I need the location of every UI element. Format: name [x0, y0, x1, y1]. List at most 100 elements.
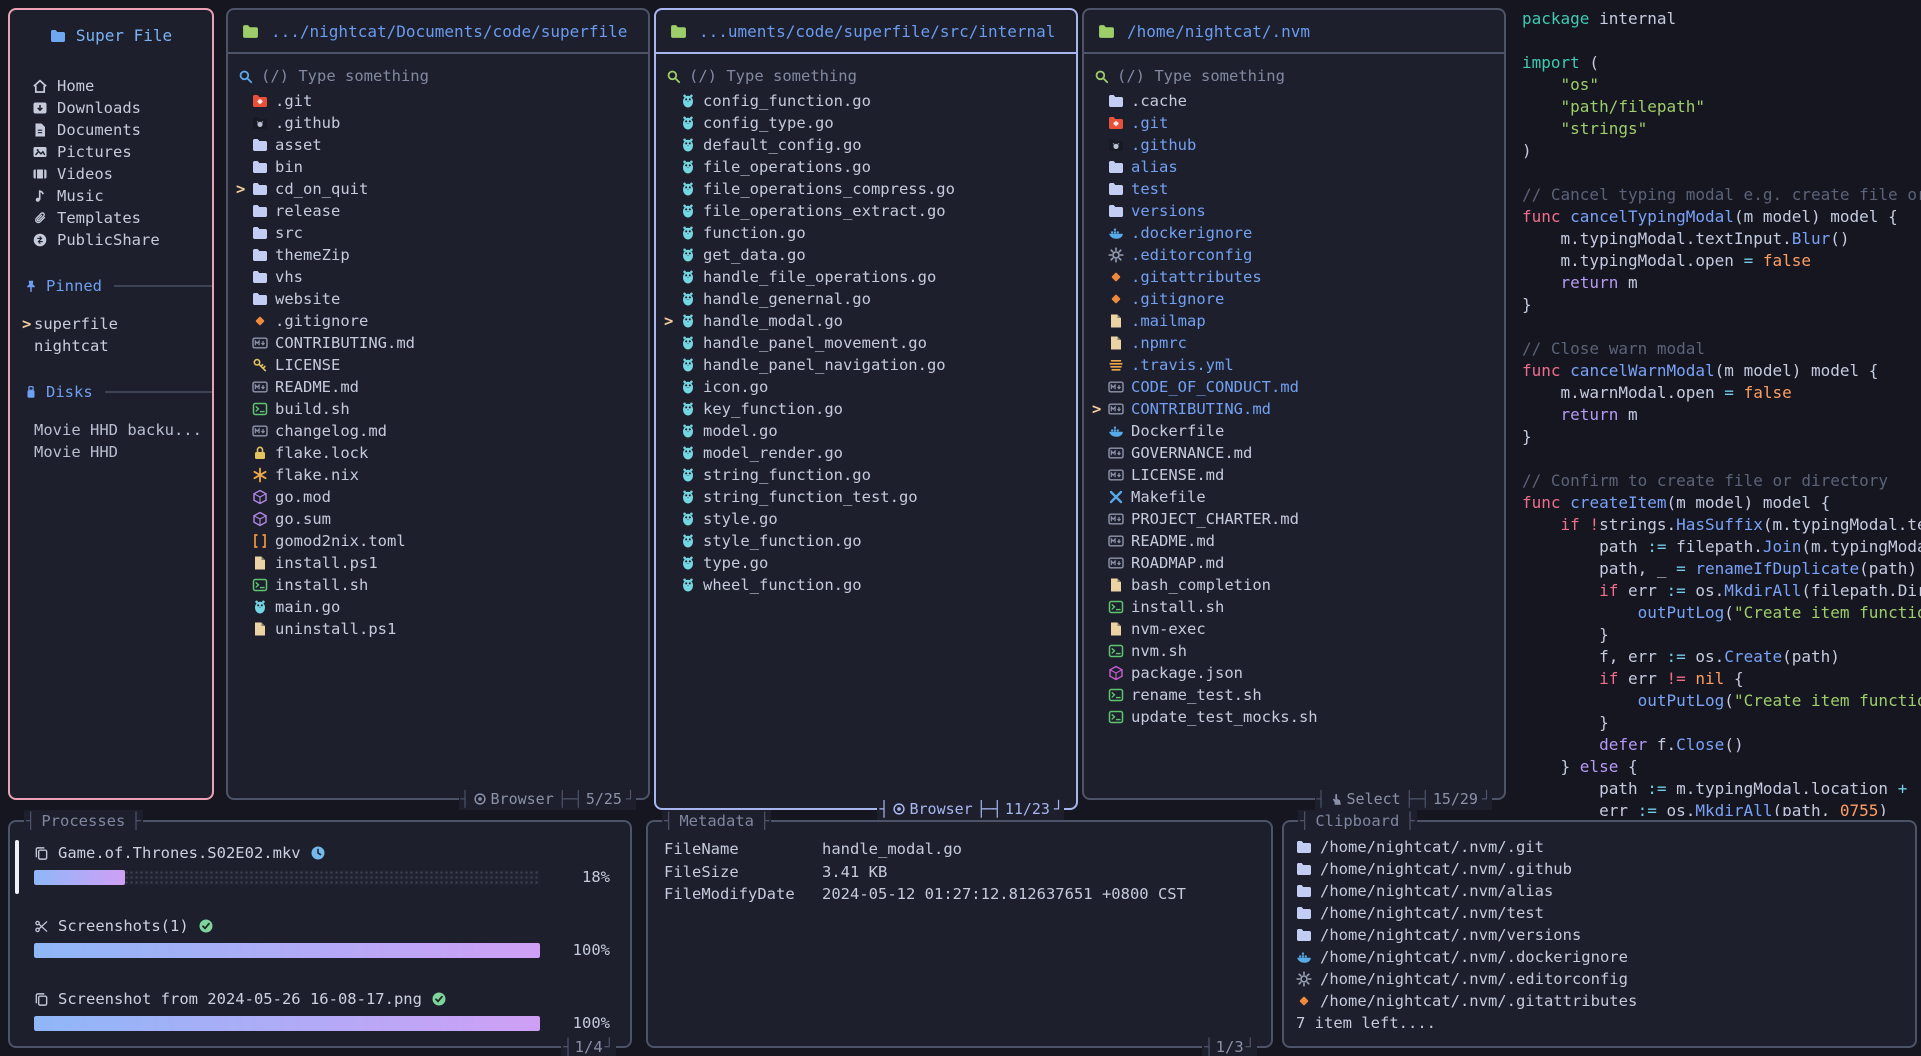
file-row[interactable]: .npmrc	[1092, 332, 1496, 354]
file-row[interactable]: ROADMAP.md	[1092, 552, 1496, 574]
file-row[interactable]: README.md	[236, 376, 640, 398]
file-row[interactable]: .git	[236, 90, 640, 112]
file-row[interactable]: >handle_modal.go	[664, 310, 1068, 332]
disk-item[interactable]: Movie HHD	[10, 441, 212, 463]
md-icon	[1108, 379, 1124, 395]
file-row[interactable]: website	[236, 288, 640, 310]
file-row[interactable]: Makefile	[1092, 486, 1496, 508]
file-row[interactable]: default_config.go	[664, 134, 1068, 156]
scrollbar[interactable]	[15, 840, 19, 894]
file-row[interactable]: flake.lock	[236, 442, 640, 464]
file-row[interactable]: versions	[1092, 200, 1496, 222]
file-row[interactable]: alias	[1092, 156, 1496, 178]
sidebar-item-documents[interactable]: Documents	[32, 119, 212, 141]
go-icon	[680, 577, 696, 593]
file-row[interactable]: .git	[1092, 112, 1496, 134]
file-row[interactable]: CODE_OF_CONDUCT.md	[1092, 376, 1496, 398]
sidebar-item-pictures[interactable]: Pictures	[32, 141, 212, 163]
file-row[interactable]: README.md	[1092, 530, 1496, 552]
metadata-value: 2024-05-12 01:27:12.812637651 +0800 CST	[822, 885, 1186, 903]
search-input[interactable]: (/) Type something	[664, 64, 1068, 88]
file-row[interactable]: .gitattributes	[1092, 266, 1496, 288]
file-row[interactable]: file_operations_extract.go	[664, 200, 1068, 222]
file-row[interactable]: string_function.go	[664, 464, 1068, 486]
search-input[interactable]: (/) Type something	[236, 64, 640, 88]
file-row[interactable]: >CONTRIBUTING.md	[1092, 398, 1496, 420]
file-row[interactable]: flake.nix	[236, 464, 640, 486]
sidebar-item-downloads[interactable]: Downloads	[32, 97, 212, 119]
file-row[interactable]: key_function.go	[664, 398, 1068, 420]
file-row[interactable]: get_data.go	[664, 244, 1068, 266]
file-row[interactable]: themeZip	[236, 244, 640, 266]
file-row[interactable]: style_function.go	[664, 530, 1068, 552]
pinned-item[interactable]: nightcat	[10, 335, 212, 357]
sidebar-item-publicshare[interactable]: PublicShare	[32, 229, 212, 251]
file-row[interactable]: bin	[236, 156, 640, 178]
file-row[interactable]: type.go	[664, 552, 1068, 574]
file-row[interactable]: .cache	[1092, 90, 1496, 112]
file-row[interactable]: wheel_function.go	[664, 574, 1068, 596]
file-row[interactable]: build.sh	[236, 398, 640, 420]
file-row[interactable]: install.ps1	[236, 552, 640, 574]
sidebar-item-templates[interactable]: Templates	[32, 207, 212, 229]
sidebar-item-music[interactable]: Music	[32, 185, 212, 207]
pinned-item[interactable]: >superfile	[10, 313, 212, 335]
file-row[interactable]: handle_panel_movement.go	[664, 332, 1068, 354]
file-row[interactable]: function.go	[664, 222, 1068, 244]
file-row[interactable]: PROJECT_CHARTER.md	[1092, 508, 1496, 530]
go-icon	[680, 269, 696, 285]
file-row[interactable]: GOVERNANCE.md	[1092, 442, 1496, 464]
file-row[interactable]: vhs	[236, 266, 640, 288]
file-row[interactable]: .dockerignore	[1092, 222, 1496, 244]
file-row[interactable]: src	[236, 222, 640, 244]
file-row[interactable]: update_test_mocks.sh	[1092, 706, 1496, 728]
file-row[interactable]: nvm-exec	[1092, 618, 1496, 640]
md-icon	[1108, 511, 1124, 527]
file-row[interactable]: config_function.go	[664, 90, 1068, 112]
file-row[interactable]: file_operations.go	[664, 156, 1068, 178]
search-input[interactable]: (/) Type something	[1092, 64, 1496, 88]
code-line: m.warnModal.open = false	[1522, 382, 1921, 404]
file-row[interactable]: Dockerfile	[1092, 420, 1496, 442]
file-row[interactable]: >cd_on_quit	[236, 178, 640, 200]
file-row[interactable]: config_type.go	[664, 112, 1068, 134]
file-row[interactable]: rename_test.sh	[1092, 684, 1496, 706]
file-row[interactable]: changelog.md	[236, 420, 640, 442]
file-row[interactable]: string_function_test.go	[664, 486, 1068, 508]
file-row[interactable]: .github	[236, 112, 640, 134]
file-name: model_render.go	[703, 444, 843, 462]
file-row[interactable]: .travis.yml	[1092, 354, 1496, 376]
file-row[interactable]: release	[236, 200, 640, 222]
file-row[interactable]: style.go	[664, 508, 1068, 530]
file-row[interactable]: install.sh	[1092, 596, 1496, 618]
file-row[interactable]: icon.go	[664, 376, 1068, 398]
file-row[interactable]: nvm.sh	[1092, 640, 1496, 662]
file-row[interactable]: LICENSE	[236, 354, 640, 376]
file-row[interactable]: LICENSE.md	[1092, 464, 1496, 486]
file-row[interactable]: .gitignore	[1092, 288, 1496, 310]
file-row[interactable]: install.sh	[236, 574, 640, 596]
file-row[interactable]: go.mod	[236, 486, 640, 508]
file-row[interactable]: go.sum	[236, 508, 640, 530]
file-row[interactable]: model_render.go	[664, 442, 1068, 464]
file-row[interactable]: file_operations_compress.go	[664, 178, 1068, 200]
file-row[interactable]: .gitignore	[236, 310, 640, 332]
file-row[interactable]: main.go	[236, 596, 640, 618]
file-row[interactable]: .editorconfig	[1092, 244, 1496, 266]
file-row[interactable]: asset	[236, 134, 640, 156]
disk-item[interactable]: Movie HHD backu...	[10, 419, 212, 441]
file-row[interactable]: package.json	[1092, 662, 1496, 684]
sidebar-item-videos[interactable]: Videos	[32, 163, 212, 185]
file-row[interactable]: handle_file_operations.go	[664, 266, 1068, 288]
file-row[interactable]: model.go	[664, 420, 1068, 442]
file-row[interactable]: bash_completion	[1092, 574, 1496, 596]
file-row[interactable]: handle_genernal.go	[664, 288, 1068, 310]
file-row[interactable]: CONTRIBUTING.md	[236, 332, 640, 354]
file-row[interactable]: .mailmap	[1092, 310, 1496, 332]
sidebar-item-home[interactable]: Home	[32, 75, 212, 97]
file-row[interactable]: handle_panel_navigation.go	[664, 354, 1068, 376]
file-row[interactable]: .github	[1092, 134, 1496, 156]
file-row[interactable]: uninstall.ps1	[236, 618, 640, 640]
file-row[interactable]: gomod2nix.toml	[236, 530, 640, 552]
file-row[interactable]: test	[1092, 178, 1496, 200]
